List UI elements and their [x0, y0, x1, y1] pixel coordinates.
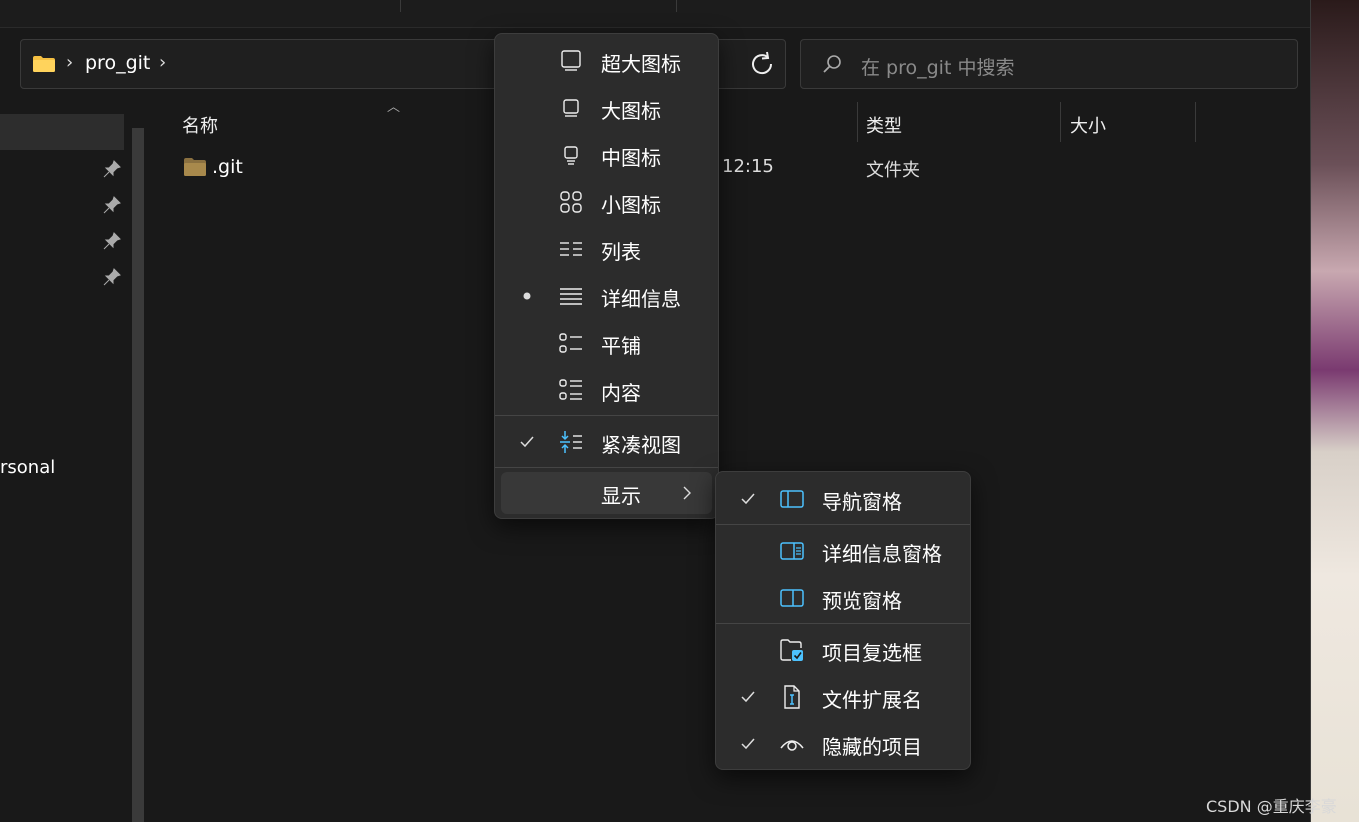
- details-pane-icon: [780, 542, 804, 560]
- pin-icon: [103, 232, 121, 250]
- hidden-items-icon: [780, 740, 804, 751]
- sort-ascending-icon: ︿: [387, 100, 401, 115]
- menu-label: 内容: [601, 381, 641, 405]
- menu-label: 列表: [601, 240, 641, 264]
- show-submenu: 导航窗格 详细信息窗格 预览窗格 项目复选框 文件扩展名 隐藏的项目: [715, 471, 971, 770]
- column-divider[interactable]: [857, 102, 858, 142]
- menu-label: 中图标: [601, 146, 661, 170]
- menu-item-show[interactable]: 显示: [501, 472, 712, 514]
- menu-item-details[interactable]: 详细信息: [495, 274, 718, 318]
- tab-divider: [676, 0, 677, 12]
- menu-label: 超大图标: [601, 52, 681, 76]
- tab-divider: [400, 0, 401, 12]
- menu-item-extra-large-icons[interactable]: 超大图标: [495, 39, 718, 83]
- file-type: 文件夹: [866, 160, 920, 181]
- menu-separator: [716, 623, 970, 624]
- folder-icon: [33, 56, 55, 72]
- menu-item-navigation-pane[interactable]: 导航窗格: [716, 477, 970, 521]
- navigation-pane-icon: [780, 490, 804, 508]
- menu-item-compact-view[interactable]: 紧凑视图: [495, 420, 718, 464]
- pin-icon: [103, 160, 121, 178]
- pin-icon: [103, 196, 121, 214]
- refresh-icon[interactable]: [747, 49, 777, 79]
- nav-item-personal[interactable]: rsonal: [0, 457, 55, 478]
- large-icons-icon: [563, 99, 579, 117]
- menu-label: 导航窗格: [822, 490, 902, 514]
- breadcrumb-chevron[interactable]: ›: [66, 52, 73, 73]
- menu-label: 详细信息: [601, 287, 681, 311]
- folder-icon: [184, 158, 206, 176]
- menu-item-file-extension[interactable]: 文件扩展名: [716, 675, 970, 719]
- list-icon: [560, 242, 582, 256]
- menu-label: 小图标: [601, 193, 661, 217]
- menu-item-tiles[interactable]: 平铺: [495, 321, 718, 365]
- check-icon: [741, 738, 755, 750]
- menu-label: 隐藏的项目: [822, 735, 922, 759]
- menu-item-large-icons[interactable]: 大图标: [495, 86, 718, 130]
- check-icon: [741, 493, 755, 505]
- item-checkbox-icon: [780, 639, 803, 661]
- file-modified: 12:15: [722, 156, 774, 177]
- column-header-row: 名称 类型 大小: [160, 102, 1300, 142]
- file-name: .git: [212, 156, 243, 178]
- check-icon: [741, 691, 755, 703]
- breadcrumb-chevron[interactable]: ›: [159, 52, 166, 73]
- medium-icons-icon: [564, 146, 578, 165]
- menu-item-content[interactable]: 内容: [495, 368, 718, 412]
- view-menu: 超大图标 大图标 中图标 小图标 列表 详细信息 平铺 内容 紧凑视图 显示: [494, 33, 719, 519]
- menu-item-medium-icons[interactable]: 中图标: [495, 133, 718, 177]
- menu-label: 显示: [601, 484, 641, 508]
- breadcrumb-item-pro-git[interactable]: pro_git: [85, 52, 150, 74]
- bullet-icon: [523, 292, 531, 300]
- chevron-right-icon: [683, 486, 691, 500]
- menu-item-hidden-items[interactable]: 隐藏的项目: [716, 722, 970, 766]
- menu-label: 大图标: [601, 99, 661, 123]
- desktop-wallpaper: [1311, 0, 1359, 822]
- nav-scrollbar[interactable]: [132, 128, 144, 822]
- column-header-type[interactable]: 类型: [866, 112, 902, 138]
- nav-item-selected[interactable]: [0, 114, 124, 150]
- menu-item-small-icons[interactable]: 小图标: [495, 180, 718, 224]
- small-icons-icon: [560, 191, 582, 213]
- file-extension-icon: [784, 685, 800, 709]
- menu-item-list[interactable]: 列表: [495, 227, 718, 271]
- menu-label: 预览窗格: [822, 589, 902, 613]
- column-divider[interactable]: [1195, 102, 1196, 142]
- menu-label: 项目复选框: [822, 641, 922, 665]
- tiles-icon: [559, 333, 582, 353]
- menu-separator: [716, 524, 970, 525]
- search-box[interactable]: 在 pro_git 中搜索: [800, 39, 1298, 89]
- menu-label: 文件扩展名: [822, 688, 922, 712]
- extra-large-icons-icon: [561, 50, 581, 71]
- content-icon: [559, 379, 582, 400]
- menu-item-preview-pane[interactable]: 预览窗格: [716, 576, 970, 620]
- column-divider[interactable]: [1060, 102, 1061, 142]
- menu-separator: [495, 415, 718, 416]
- details-icon: [560, 288, 582, 305]
- preview-pane-icon: [780, 589, 804, 607]
- search-icon: [823, 55, 841, 73]
- menu-label: 紧凑视图: [601, 433, 681, 457]
- search-placeholder: 在 pro_git 中搜索: [861, 57, 1015, 79]
- watermark: CSDN @重庆李豪: [1206, 797, 1337, 816]
- menu-label: 平铺: [601, 334, 641, 358]
- menu-label: 详细信息窗格: [822, 542, 942, 566]
- file-row[interactable]: .git 12:15 文件夹: [160, 150, 1300, 186]
- menu-item-details-pane[interactable]: 详细信息窗格: [716, 529, 970, 573]
- column-header-size[interactable]: 大小: [1070, 112, 1106, 138]
- check-icon: [520, 436, 534, 448]
- pin-icon: [103, 268, 121, 286]
- compact-view-icon: [560, 431, 582, 453]
- menu-item-item-checkbox[interactable]: 项目复选框: [716, 628, 970, 672]
- title-strip: [0, 0, 1311, 28]
- menu-separator: [495, 467, 718, 468]
- column-header-name[interactable]: 名称: [182, 112, 218, 138]
